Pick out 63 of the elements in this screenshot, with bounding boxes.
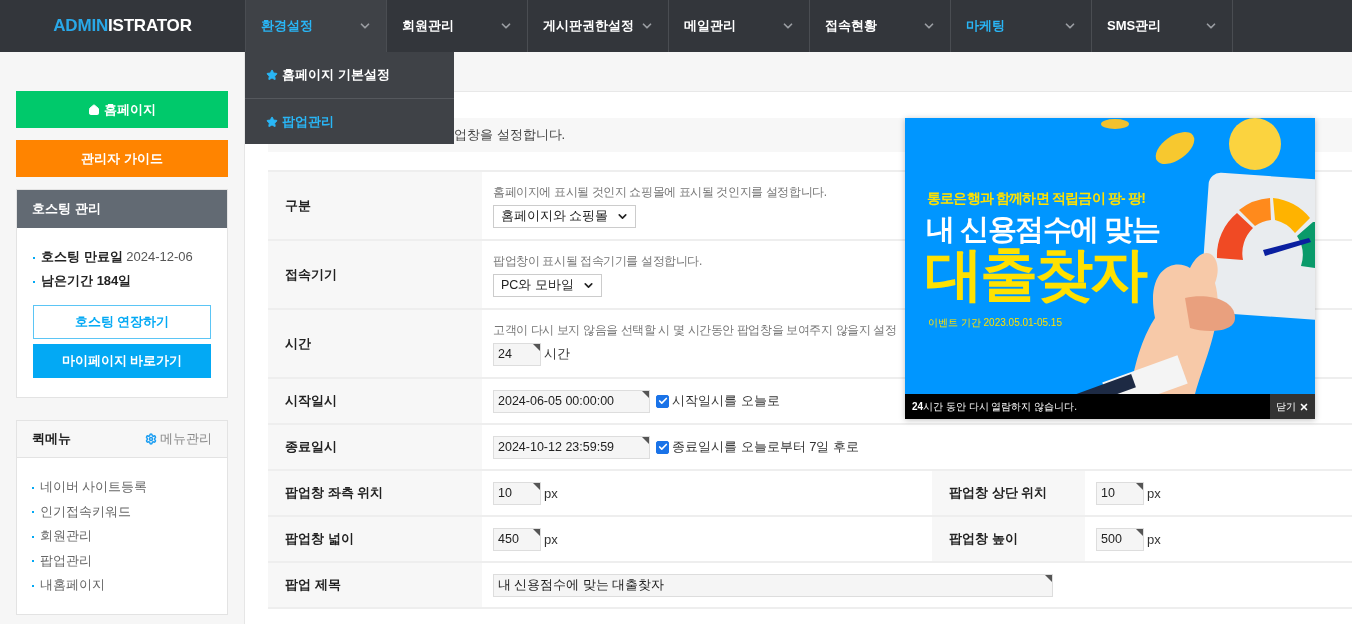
unit-label: px	[544, 531, 558, 547]
nav-menu-item[interactable]: 환경설정	[245, 0, 386, 52]
corner-icon	[642, 390, 649, 398]
checkbox[interactable]	[656, 440, 669, 454]
select-field[interactable]: 홈페이지와 쇼핑몰	[493, 204, 637, 228]
corner-icon	[533, 343, 540, 351]
help-text: 고객이 다시 보지 않음을 선택할 시 몇 시간동안 팝업창을 보여주지 않을지 설정	[493, 321, 897, 339]
input-field[interactable]: 2024-06-05 00:00:00	[493, 389, 650, 413]
banner-period: 이벤트 기간 2023.05.01-05.15	[928, 316, 1062, 330]
field-label: 팝업창 높이	[932, 517, 1085, 561]
input-field[interactable]: 2024-10-12 23:59:59	[493, 435, 650, 459]
field-label: 구분	[268, 172, 482, 239]
checkbox-label: 종료일시를 오늘로부터 7일 후로	[672, 438, 860, 456]
quick-menu-link[interactable]: 내홈페이지	[32, 573, 105, 598]
close-button[interactable]: 닫기	[1270, 394, 1315, 419]
select-field[interactable]: PC와 모바일	[493, 273, 602, 297]
dismiss-link[interactable]: 24시간 동안 다시 열람하지 않습니다.	[905, 399, 1078, 414]
field-label: 팝업창 상단 위치	[932, 471, 1085, 515]
input-field[interactable]: 10	[1096, 481, 1144, 505]
quick-menu-link[interactable]: 네이버 사이트등록	[32, 475, 148, 500]
close-icon	[1299, 401, 1309, 412]
input-field[interactable]: 10	[493, 481, 541, 505]
checkbox[interactable]	[656, 394, 669, 408]
help-text: 홈페이지에 표시될 것인지 쇼핑몰에 표시될 것인지를 설정합니다.	[493, 183, 827, 201]
input-field[interactable]: 500	[1096, 527, 1144, 551]
unit-label: px	[1147, 485, 1161, 501]
field-label: 팝업창 좌측 위치	[268, 471, 482, 515]
unit-label: 시간	[544, 345, 570, 363]
field-label: 시작일시	[268, 379, 482, 423]
corner-icon	[642, 436, 649, 444]
corner-icon	[1136, 482, 1143, 490]
dropdown-item[interactable]: 홈페이지 기본설정	[245, 52, 454, 98]
field-label: 팝업창 넓이	[268, 517, 482, 561]
input-field[interactable]: 내 신용점수에 맞는 대출찾자	[493, 573, 1053, 597]
help-text: 팝업창이 표시될 접속기기를 설정합니다.	[493, 252, 702, 270]
corner-icon	[1045, 574, 1052, 582]
corner-icon	[1136, 528, 1143, 536]
checkbox-label: 시작일시를 오늘로	[672, 392, 780, 410]
unit-label: px	[1147, 531, 1161, 547]
field-label: 팝업 제목	[268, 563, 482, 607]
quick-menu-link[interactable]: 인기접속키워드	[32, 499, 131, 524]
star-icon	[266, 69, 278, 81]
quick-menu-link[interactable]: 회원관리	[32, 524, 92, 549]
corner-icon	[533, 482, 540, 490]
banner-tagline: 통로은행과 함께하면 적립금이 팡- 팡!	[927, 190, 1146, 208]
input-field[interactable]: 450	[493, 527, 541, 551]
home-icon	[88, 103, 100, 116]
field-label: 접속기기	[268, 241, 482, 308]
unit-label: px	[544, 485, 558, 501]
hosting-info: 남은기간 184일	[33, 269, 211, 293]
field-label: 시간	[268, 310, 482, 377]
card-title: 퀵메뉴	[32, 430, 71, 448]
hosting-info: 호스팅 만료일 2024-12-06	[33, 245, 211, 269]
corner-icon	[533, 528, 540, 536]
star-icon	[266, 115, 278, 128]
logo[interactable]: ADMINISTRATOR	[0, 0, 245, 52]
field-label: 종료일시	[268, 425, 482, 469]
settings-icon	[145, 433, 157, 445]
card-title: 호스팅 관리	[17, 190, 227, 228]
banner-headline: 내 신용점수에 맞는	[926, 212, 1160, 247]
quick-menu-link[interactable]: 팝업관리	[32, 548, 92, 573]
input-field[interactable]: 24	[493, 342, 541, 366]
description-text: 업창을 설정합니다.	[454, 126, 566, 144]
